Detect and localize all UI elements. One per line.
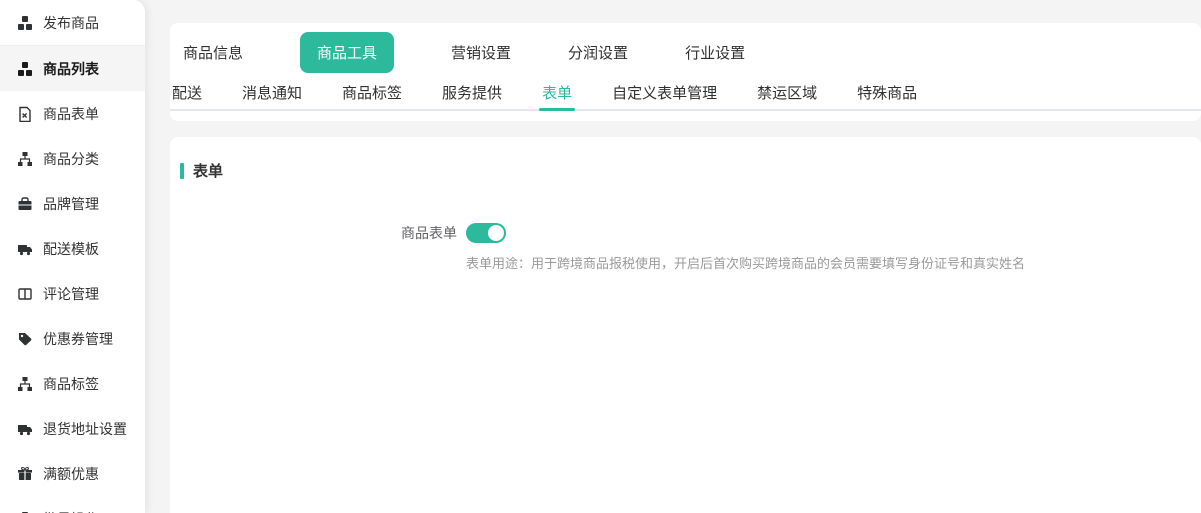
gift-icon	[17, 466, 33, 482]
sidebar-item-label: 满额优惠	[43, 464, 99, 484]
subtab-special-product[interactable]: 特殊商品	[857, 80, 917, 109]
sidebar-item-publish-product[interactable]: 发布商品	[0, 0, 145, 46]
sidebar-item-return-address[interactable]: 退货地址设置	[0, 406, 145, 451]
columns-icon	[17, 286, 33, 302]
secondary-tab-bar: 配送 消息通知 商品标签 服务提供 表单 自定义表单管理 禁运区域 特殊商品	[170, 80, 1201, 111]
content-panel: 表单 商品表单 表单用途：用于跨境商品报税使用，开启后首次购买跨境商品的会员需要…	[170, 137, 1201, 513]
file-x-icon	[17, 106, 33, 122]
subtab-form[interactable]: 表单	[542, 80, 572, 109]
subtab-embargo-area[interactable]: 禁运区域	[757, 80, 817, 109]
sidebar-item-label: 批量操作	[43, 509, 99, 513]
subtab-delivery[interactable]: 配送	[172, 80, 202, 109]
sidebar-item-product-category[interactable]: 商品分类	[0, 136, 145, 181]
subtab-custom-form-management[interactable]: 自定义表单管理	[612, 80, 717, 109]
tab-product-tools[interactable]: 商品工具	[300, 32, 394, 73]
main-area: 商品信息 商品工具 营销设置 分润设置 行业设置 配送 消息通知 商品标签 服务…	[170, 0, 1201, 513]
product-form-row: 商品表单	[180, 223, 1201, 243]
tag-icon	[17, 331, 33, 347]
briefcase-icon	[17, 196, 33, 212]
sidebar-item-coupon-management[interactable]: 优惠券管理	[0, 316, 145, 361]
sidebar-item-label: 配送模板	[43, 239, 99, 259]
subtab-product-tags[interactable]: 商品标签	[342, 80, 402, 109]
sidebar-item-label: 优惠券管理	[43, 329, 113, 349]
sidebar-item-label: 评论管理	[43, 284, 99, 304]
truck-icon	[17, 421, 33, 437]
sidebar-item-label: 发布商品	[43, 13, 99, 33]
section-title: 表单	[180, 160, 1201, 181]
section-title-accent-bar	[180, 163, 184, 179]
subtab-service-provide[interactable]: 服务提供	[442, 80, 502, 109]
primary-tab-bar: 商品信息 商品工具 营销设置 分润设置 行业设置	[170, 33, 1201, 72]
product-form-toggle[interactable]	[466, 223, 506, 243]
sitemap-icon	[17, 151, 33, 167]
cubes-icon	[17, 61, 33, 77]
section-title-text: 表单	[193, 160, 223, 181]
sidebar-item-clipped-bottom[interactable]: 批量操作	[0, 496, 145, 513]
tabs-card: 商品信息 商品工具 营销设置 分润设置 行业设置 配送 消息通知 商品标签 服务…	[170, 23, 1201, 121]
sidebar: 发布商品 商品列表 商品表单 商品分类 品牌管理 配送模板 评论	[0, 0, 145, 513]
sidebar-item-full-amount-discount[interactable]: 满额优惠	[0, 451, 145, 496]
sidebar-item-brand-management[interactable]: 品牌管理	[0, 181, 145, 226]
sidebar-item-product-form[interactable]: 商品表单	[0, 91, 145, 136]
form-help-text: 表单用途：用于跨境商品报税使用，开启后首次购买跨境商品的会员需要填写身份证号和真…	[466, 255, 1201, 273]
tab-industry-settings[interactable]: 行业设置	[685, 42, 745, 63]
truck-icon	[17, 241, 33, 257]
sidebar-item-label: 商品分类	[43, 149, 99, 169]
product-form-label: 商品表单	[180, 223, 457, 243]
subtab-message-notice[interactable]: 消息通知	[242, 80, 302, 109]
sidebar-item-label: 退货地址设置	[43, 419, 127, 439]
sidebar-item-label: 商品列表	[43, 59, 99, 79]
sidebar-item-delivery-template[interactable]: 配送模板	[0, 226, 145, 271]
sidebar-item-label: 商品表单	[43, 104, 99, 124]
cubes-icon	[17, 15, 33, 31]
sidebar-item-product-tags[interactable]: 商品标签	[0, 361, 145, 406]
sidebar-item-product-list[interactable]: 商品列表	[0, 46, 145, 91]
tab-profit-sharing-settings[interactable]: 分润设置	[568, 42, 628, 63]
tab-marketing-settings[interactable]: 营销设置	[451, 42, 511, 63]
sidebar-item-label: 商品标签	[43, 374, 99, 394]
sitemap-icon	[17, 376, 33, 392]
sidebar-item-review-management[interactable]: 评论管理	[0, 271, 145, 316]
tab-product-info[interactable]: 商品信息	[183, 42, 243, 63]
sidebar-item-label: 品牌管理	[43, 194, 99, 214]
